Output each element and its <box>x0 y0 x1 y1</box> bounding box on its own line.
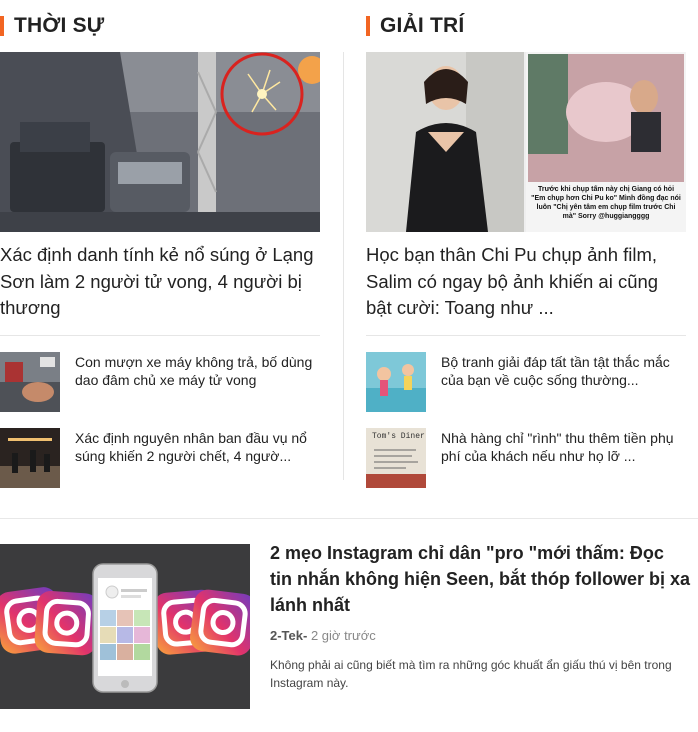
thumbnail-image <box>366 351 426 412</box>
list-item-title[interactable]: Xác định nguyên nhân ban đầu vụ nổ súng … <box>75 429 320 488</box>
thumbnail[interactable] <box>366 351 426 412</box>
list-item[interactable]: Bộ tranh giải đáp tất tần tật thắc mắc c… <box>366 351 686 412</box>
section-header: GIẢI TRÍ <box>366 0 686 52</box>
feature-summary: Không phải ai cũng biết mà tìm ra những … <box>270 658 672 690</box>
list-item-title[interactable]: Bộ tranh giải đáp tất tần tật thắc mắc c… <box>441 353 686 412</box>
lead-title-thoi-su[interactable]: Xác định danh tính kẻ nổ súng ở Lạng Sơn… <box>0 242 320 322</box>
list-item[interactable]: Xác định nguyên nhân ban đầu vụ nổ súng … <box>0 427 320 488</box>
lead-title-giai-tri[interactable]: Học bạn thân Chi Pu chụp ảnh film, Salim… <box>366 242 686 322</box>
section-thoi-su: THỜI SỰ Xác định danh tính kẻ nổ súng ở … <box>0 0 320 488</box>
thumbnail-image <box>0 427 60 488</box>
lead-image-giai-tri[interactable]: Trước khi chụp tấm này chị Giang có hỏi … <box>366 52 686 232</box>
section-title-giai-tri[interactable]: GIẢI TRÍ <box>380 14 464 38</box>
feature-article: 2 mẹo Instagram chỉ dân "pro "mới thấm: … <box>0 543 698 709</box>
thumbnail[interactable] <box>0 351 60 412</box>
divider <box>366 334 686 336</box>
section-header: THỜI SỰ <box>0 0 320 52</box>
list-item[interactable]: Con mượn xe máy không trả, bố dùng dao đ… <box>0 351 320 412</box>
article-meta: 2-Tek- 2 giờ trước <box>270 628 690 643</box>
feature-image[interactable] <box>0 544 250 709</box>
publish-time: 2 giờ trước <box>310 628 376 643</box>
section-title-thoi-su[interactable]: THỜI SỰ <box>14 14 104 38</box>
thumbnail-image <box>0 351 60 412</box>
section-divider <box>0 518 698 519</box>
list-item-title[interactable]: Nhà hàng chỉ "rình" thu thêm tiền phụ ph… <box>441 429 686 488</box>
cctv-scene-image <box>0 52 320 232</box>
feature-text: 2 mẹo Instagram chỉ dân "pro "mới thấm: … <box>270 540 690 692</box>
list-item[interactable]: Tom's Diner Nhà hàng chỉ "rình" thu thêm… <box>366 427 686 488</box>
meta-separator: - <box>303 628 308 643</box>
source-link[interactable]: 2-Tek <box>270 628 303 643</box>
instagram-phone-image <box>0 544 250 709</box>
receipt-heading: Tom's Diner <box>372 431 425 441</box>
list-item-title[interactable]: Con mượn xe máy không trả, bố dùng dao đ… <box>75 353 320 412</box>
lead-image-thoi-su[interactable] <box>0 52 320 232</box>
section-accent-bar <box>366 16 370 36</box>
section-giai-tri: GIẢI TRÍ Trước khi chụp tấm này chị Gian… <box>366 0 686 488</box>
section-accent-bar <box>0 16 4 36</box>
column-divider <box>343 52 344 480</box>
divider <box>0 334 320 336</box>
image-caption: Trước khi chụp tấm này chị Giang có hỏi … <box>531 186 681 220</box>
thumbnail[interactable]: Tom's Diner <box>366 427 426 488</box>
feature-title[interactable]: 2 mẹo Instagram chỉ dân "pro "mới thấm: … <box>270 540 690 618</box>
thumbnail[interactable] <box>0 427 60 488</box>
